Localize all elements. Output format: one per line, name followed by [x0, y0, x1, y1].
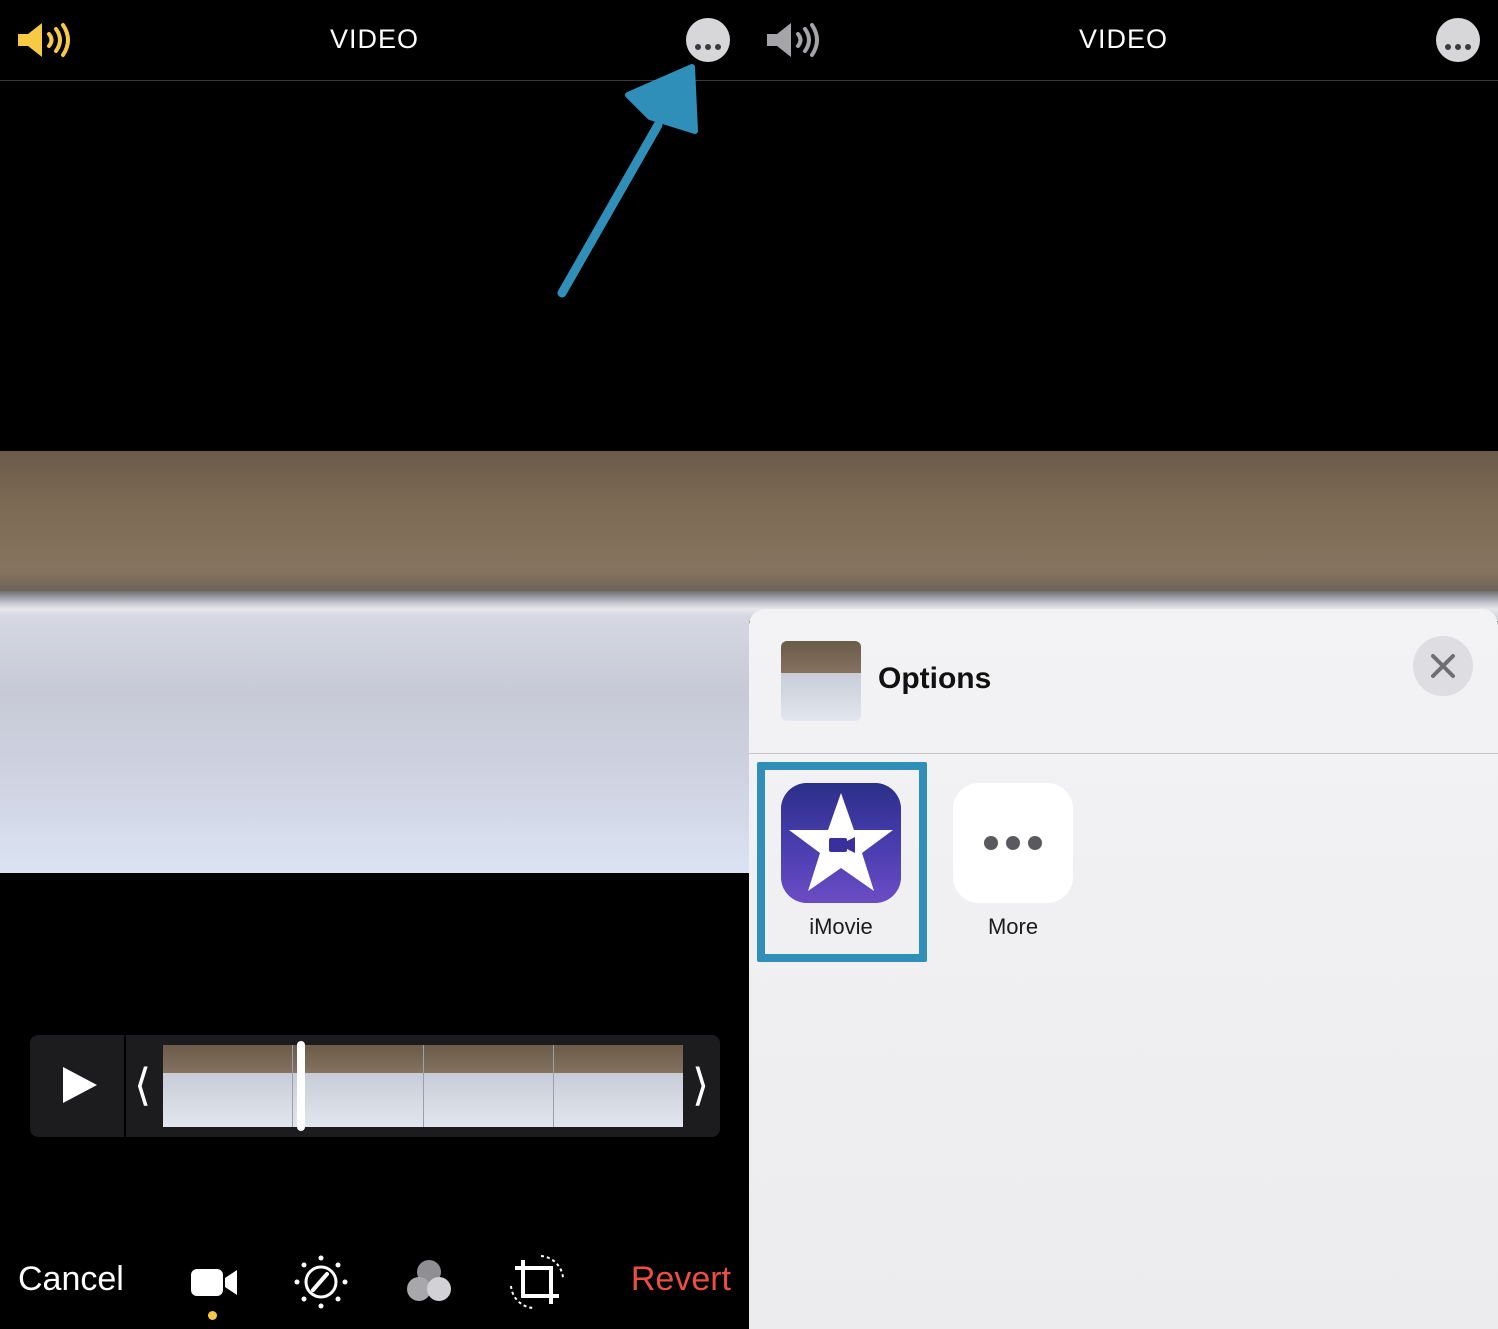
video-editor-panel: VIDEO ⟨ ⟩ Cancel Revert [0, 0, 749, 1329]
revert-button[interactable]: Revert [631, 1260, 731, 1299]
playhead[interactable] [297, 1041, 305, 1131]
imovie-app-label: iMovie [809, 914, 873, 939]
video-camera-icon[interactable] [183, 1252, 243, 1312]
ellipsis-icon [686, 37, 730, 55]
frame-thumbnail [293, 1045, 424, 1127]
video-thumbnail [781, 641, 861, 721]
ellipsis-icon [1436, 37, 1480, 55]
play-button[interactable] [30, 1035, 126, 1137]
cancel-button[interactable]: Cancel [18, 1260, 124, 1299]
sheet-header: Options [749, 609, 1498, 754]
frame-thumbnail [163, 1045, 294, 1127]
video-timeline[interactable]: ⟨ ⟩ [30, 1035, 720, 1137]
trim-start-handle[interactable]: ⟨ [134, 1061, 151, 1111]
adjust-dial-icon[interactable] [291, 1252, 351, 1312]
active-tool-indicator [208, 1311, 217, 1320]
crop-rotate-icon[interactable] [507, 1252, 567, 1312]
options-panel: VIDEO Options iMovie More [749, 0, 1498, 1329]
frame-thumbnail [553, 1045, 683, 1127]
imovie-app-icon[interactable] [781, 783, 901, 903]
annotation-arrow-icon [557, 64, 698, 298]
more-apps-button[interactable] [953, 783, 1073, 903]
frame-strip[interactable] [163, 1045, 683, 1127]
more-options-button[interactable] [1436, 18, 1480, 62]
sheet-title: Options [878, 662, 992, 695]
page-title: VIDEO [329, 24, 420, 54]
edit-toolbar: Cancel Revert [0, 1240, 749, 1329]
frame-thumbnail [423, 1045, 554, 1127]
play-icon [63, 1067, 97, 1103]
options-sheet: Options iMovie More [749, 609, 1498, 1329]
ellipsis-icon [984, 836, 1042, 850]
top-bar: VIDEO [749, 0, 1498, 81]
trim-end-handle[interactable]: ⟩ [692, 1061, 709, 1111]
page-title: VIDEO [1078, 24, 1169, 54]
filters-circles-icon[interactable] [399, 1252, 459, 1312]
video-preview[interactable] [0, 451, 749, 873]
close-icon[interactable] [1413, 636, 1473, 696]
more-apps-label: More [987, 914, 1039, 939]
